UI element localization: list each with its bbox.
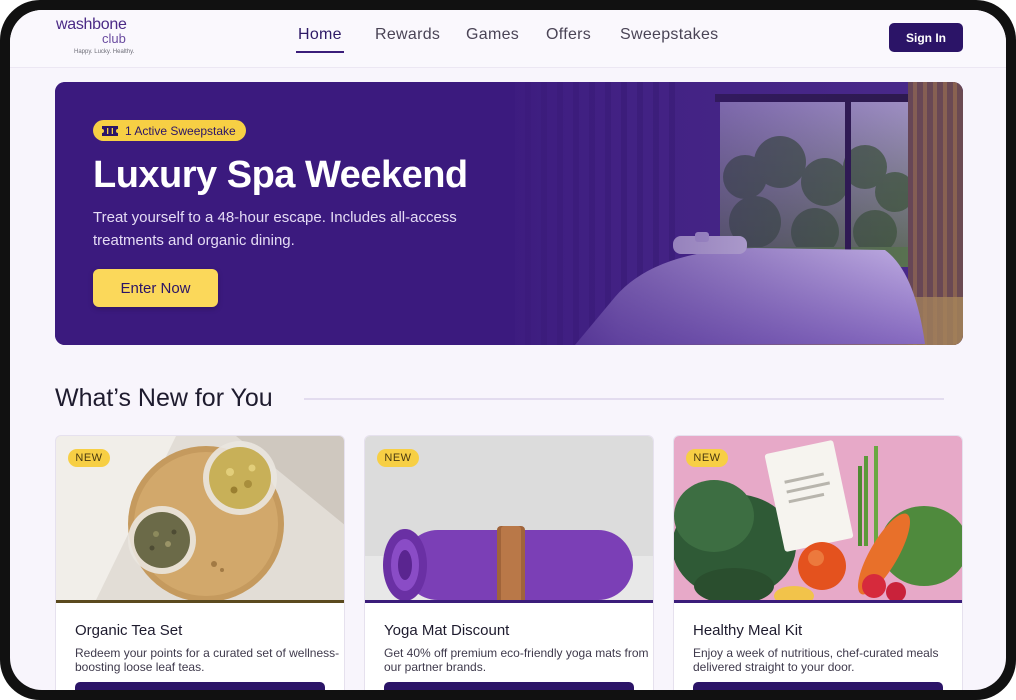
card-title: Organic Tea Set — [75, 622, 183, 639]
claim-offer-button[interactable]: Claim Offer — [75, 682, 325, 690]
card-title: Yoga Mat Discount — [384, 622, 510, 639]
brand-tagline: Happy. Lucky. Healthy. — [74, 49, 135, 55]
badge-label: 1 Active Sweepstake — [125, 123, 236, 138]
hero-title: Luxury Spa Weekend — [93, 154, 468, 196]
card-description: Enjoy a week of nutritious, chef-curated… — [693, 646, 939, 674]
nav-item-games[interactable]: Games — [466, 26, 519, 44]
card-accent-rule — [365, 600, 653, 603]
brand-name-sub: club — [102, 31, 126, 46]
sign-in-button[interactable]: Sign In — [889, 23, 963, 52]
enter-now-button[interactable]: Enter Now — [93, 269, 218, 307]
nav-item-home[interactable]: Home — [296, 26, 344, 53]
card-description: Get 40% off premium eco-friendly yoga ma… — [384, 646, 649, 674]
new-badge: NEW — [686, 449, 728, 467]
new-badge: NEW — [68, 449, 110, 467]
offer-card-tea[interactable]: NEW Organic Tea Set Redeem your points f… — [55, 435, 345, 690]
device-frame: washbone club Happy. Lucky. Healthy. Hom… — [0, 0, 1016, 700]
active-sweepstake-badge: 1 Active Sweepstake — [93, 120, 246, 141]
hero-banner: 1 Active Sweepstake Luxury Spa Weekend T… — [55, 82, 963, 345]
nav-item-offers[interactable]: Offers — [546, 26, 591, 44]
ticket-icon — [102, 125, 118, 136]
new-badge: NEW — [377, 449, 419, 467]
nav-item-sweepstakes[interactable]: Sweepstakes — [620, 26, 718, 44]
card-accent-rule — [56, 600, 344, 603]
offer-card-yoga[interactable]: NEW Yoga Mat Discount Get 40% off premiu… — [364, 435, 654, 690]
card-title: Healthy Meal Kit — [693, 622, 803, 639]
card-description: Redeem your points for a curated set of … — [75, 646, 340, 674]
offer-card-meal-kit[interactable]: NEW Healthy Meal Kit Enjoy a week of nut… — [673, 435, 963, 690]
section-title: What’s New for You — [55, 384, 273, 412]
screen: washbone club Happy. Lucky. Healthy. Hom… — [10, 10, 1006, 690]
card-accent-rule — [674, 600, 962, 603]
view-menu-button[interactable]: View Menu — [693, 682, 943, 690]
nav-item-rewards[interactable]: Rewards — [375, 26, 440, 44]
hero-description: Treat yourself to a 48-hour escape. Incl… — [93, 209, 457, 249]
get-discount-button[interactable]: Get Discount — [384, 682, 634, 690]
section-divider — [304, 398, 944, 400]
brand-logo[interactable]: washbone club Happy. Lucky. Healthy. — [56, 16, 146, 60]
site-header: washbone club Happy. Lucky. Healthy. Hom… — [10, 10, 1006, 68]
